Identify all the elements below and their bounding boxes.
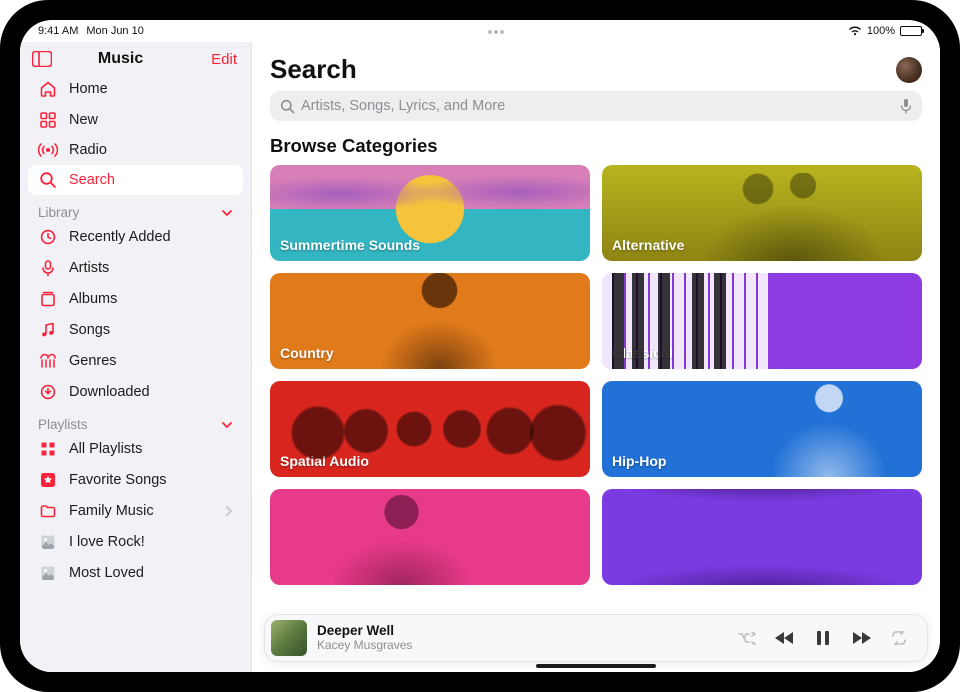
category-tile-country[interactable]: Country [270, 273, 590, 369]
search-placeholder: Artists, Songs, Lyrics, and More [301, 98, 894, 114]
category-tile-alternative[interactable]: Alternative [602, 165, 922, 261]
main-content: Search Artists, Songs, Lyrics, and More … [252, 42, 940, 672]
category-label: Summertime Sounds [280, 237, 420, 253]
dictate-icon[interactable] [900, 98, 912, 114]
sidebar-item-rock[interactable]: I love Rock! [28, 527, 243, 557]
sidebar-item-label: New [69, 112, 233, 128]
sidebar-item-songs[interactable]: Songs [28, 315, 243, 345]
search-input[interactable]: Artists, Songs, Lyrics, and More [270, 91, 922, 121]
category-tile-spatial-audio[interactable]: Spatial Audio [270, 381, 590, 477]
app-body: Music Edit Home New Radio Search Library Re… [20, 42, 940, 672]
sidebar-item-downloaded[interactable]: Downloaded [28, 377, 243, 407]
category-label: Alternative [612, 237, 684, 253]
library-header[interactable]: Library [28, 195, 243, 222]
edit-button[interactable]: Edit [211, 51, 237, 68]
sidebar-item-label: Search [69, 172, 233, 188]
status-bar: 9:41 AM Mon Jun 10 100% [20, 20, 940, 42]
sidebar-item-all[interactable]: All Playlists [28, 434, 243, 464]
home-indicator[interactable] [536, 664, 656, 668]
sidebar-item-genres[interactable]: Genres [28, 346, 243, 376]
sidebar-item-new[interactable]: New [28, 105, 243, 135]
library-header-label: Library [38, 205, 210, 220]
sidebar-item-most[interactable]: Most Loved [28, 558, 243, 588]
sidebar-item-albums[interactable]: Albums [28, 284, 243, 314]
sidebar-item-label: All Playlists [69, 441, 233, 457]
now-playing-title: Deeper Well [317, 623, 457, 639]
pause-button[interactable] [809, 630, 837, 646]
page-title: Search [270, 54, 357, 85]
sidebar-item-search[interactable]: Search [28, 165, 243, 195]
sidebar-item-home[interactable]: Home [28, 74, 243, 104]
art-icon [38, 533, 58, 551]
radio-icon [38, 142, 58, 158]
category-tile-summertime-sounds[interactable]: Summertime Sounds [270, 165, 590, 261]
sidebar-item-label: Radio [69, 142, 233, 158]
home-icon [38, 80, 58, 98]
category-grid: Summertime Sounds Alternative Country Class… [270, 165, 922, 672]
playlists-header-label: Playlists [38, 417, 210, 432]
now-playing-artist: Kacey Musgraves [317, 639, 457, 653]
now-playing-bar[interactable]: Deeper Well Kacey Musgraves [264, 614, 928, 662]
now-playing-artwork[interactable] [271, 620, 307, 656]
category-tile-hip-hop[interactable]: Hip-Hop [602, 381, 922, 477]
sidebar-item-label: Albums [69, 291, 233, 307]
sidebar-item-label: Most Loved [69, 565, 233, 581]
screen: 9:41 AM Mon Jun 10 100% [20, 20, 940, 672]
mic-icon [38, 259, 58, 277]
category-tile-tile-6[interactable] [270, 489, 590, 585]
sidebar-item-label: Downloaded [69, 384, 233, 400]
battery-icon [900, 26, 922, 36]
sidebar-item-label: Family Music [69, 503, 214, 519]
sidebar-item-label: Home [69, 81, 233, 97]
folder-icon [38, 502, 58, 520]
sidebar-item-radio[interactable]: Radio [28, 136, 243, 164]
account-avatar[interactable] [896, 57, 922, 83]
sidebar-item-artists[interactable]: Artists [28, 253, 243, 283]
category-label: Spatial Audio [280, 453, 369, 469]
clock-icon [38, 228, 58, 246]
sidebar-item-recent[interactable]: Recently Added [28, 222, 243, 252]
multitask-dots-icon[interactable] [487, 25, 505, 37]
sidebar-item-label: Artists [69, 260, 233, 276]
sidebar-item-label: Songs [69, 322, 233, 338]
next-button[interactable] [847, 631, 875, 645]
search-icon [38, 171, 58, 189]
sidebar-item-label: Genres [69, 353, 233, 369]
search-icon [280, 99, 295, 114]
sidebar-title: Music [30, 50, 211, 68]
guitar-icon [38, 352, 58, 370]
shuffle-button[interactable] [733, 631, 761, 645]
album-icon [38, 290, 58, 308]
art-icon [38, 564, 58, 582]
browse-categories-title: Browse Categories [270, 135, 922, 157]
now-playing-info[interactable]: Deeper Well Kacey Musgraves [317, 623, 457, 652]
chevron-down-icon [221, 207, 233, 219]
chevron-down-icon [221, 419, 233, 431]
category-label: Classical [612, 345, 673, 361]
sidebar-item-label: Favorite Songs [69, 472, 233, 488]
grid-icon [38, 111, 58, 129]
sidebar-item-label: I love Rock! [69, 534, 233, 550]
sidebar-item-family[interactable]: Family Music [28, 496, 243, 526]
category-tile-tile-7[interactable] [602, 489, 922, 585]
chevron-right-icon [225, 505, 233, 517]
device-frame: 9:41 AM Mon Jun 10 100% [0, 0, 960, 692]
category-label: Hip-Hop [612, 453, 666, 469]
previous-button[interactable] [771, 631, 799, 645]
star-icon [38, 471, 58, 489]
note-icon [38, 321, 58, 339]
repeat-button[interactable] [885, 631, 913, 645]
status-time: 9:41 AM [38, 25, 78, 37]
category-label: Country [280, 345, 334, 361]
battery-percent: 100% [867, 25, 895, 37]
playlists-icon [38, 440, 58, 458]
category-tile-classical[interactable]: Classical [602, 273, 922, 369]
playlists-header[interactable]: Playlists [28, 407, 243, 434]
download-icon [38, 383, 58, 401]
wifi-icon [848, 26, 862, 36]
sidebar: Music Edit Home New Radio Search Library Re… [20, 42, 252, 672]
status-date: Mon Jun 10 [86, 25, 143, 37]
sidebar-item-label: Recently Added [69, 229, 233, 245]
sidebar-item-fav[interactable]: Favorite Songs [28, 465, 243, 495]
